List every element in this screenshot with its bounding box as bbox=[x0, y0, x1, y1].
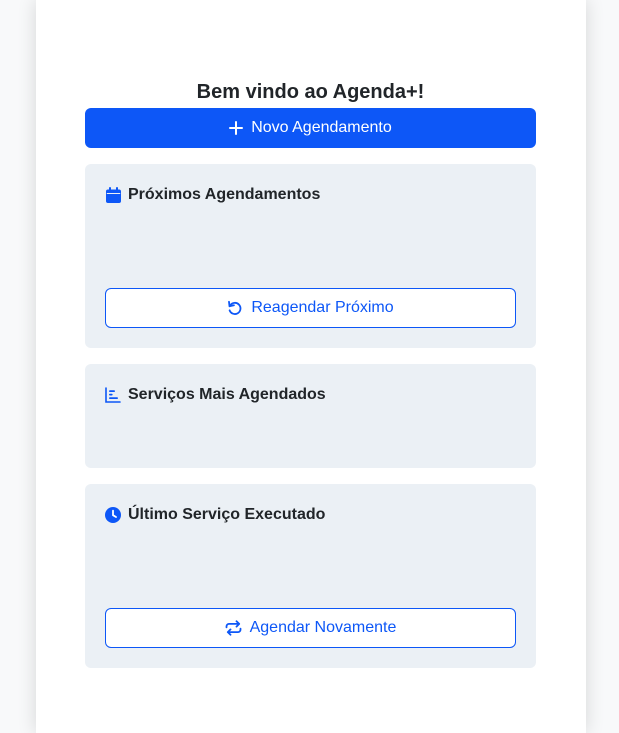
main-container: Bem vindo ao Agenda+! Novo Agendamento P… bbox=[36, 0, 586, 733]
calendar-icon bbox=[105, 187, 121, 203]
schedule-again-button[interactable]: Agendar Novamente bbox=[105, 608, 516, 648]
last-service-title: Último Serviço Executado bbox=[128, 506, 326, 523]
new-appointment-button[interactable]: Novo Agendamento bbox=[85, 108, 536, 148]
clock-icon bbox=[105, 507, 121, 523]
dashboard: Bem vindo ao Agenda+! Novo Agendamento P… bbox=[85, 78, 536, 668]
last-service-header: Último Serviço Executado bbox=[105, 506, 325, 524]
page-title: Bem vindo ao Agenda+! bbox=[196, 81, 425, 103]
repeat-icon bbox=[225, 620, 242, 636]
bar-chart-icon bbox=[105, 387, 121, 403]
upcoming-appointments-card: Próximos Agendamentos Reagendar Próximo bbox=[85, 164, 536, 348]
reschedule-next-label: Reagendar Próximo bbox=[251, 299, 394, 316]
new-appointment-label: Novo Agendamento bbox=[251, 119, 392, 136]
upcoming-appointments-title: Próximos Agendamentos bbox=[128, 186, 321, 203]
upcoming-appointments-header: Próximos Agendamentos bbox=[105, 186, 320, 204]
top-services-card: Serviços Mais Agendados bbox=[85, 364, 536, 468]
last-service-card: Último Serviço Executado Agendar Novamen… bbox=[85, 484, 536, 668]
plus-icon bbox=[229, 121, 244, 135]
top-services-title: Serviços Mais Agendados bbox=[128, 386, 326, 403]
reschedule-next-button[interactable]: Reagendar Próximo bbox=[105, 288, 516, 328]
top-services-header: Serviços Mais Agendados bbox=[105, 386, 326, 404]
schedule-again-label: Agendar Novamente bbox=[249, 619, 397, 636]
rotate-ccw-icon bbox=[227, 300, 243, 316]
